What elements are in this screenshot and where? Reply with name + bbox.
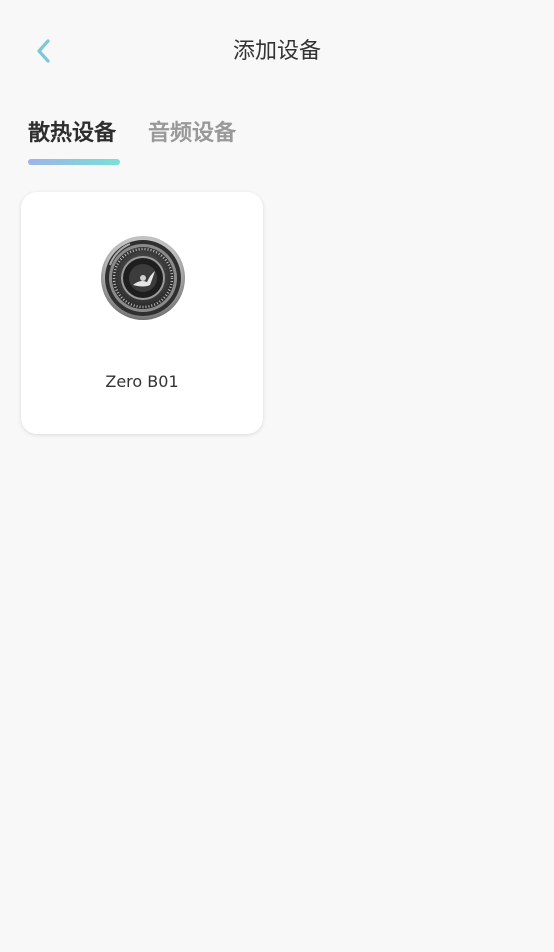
device-card-zero-b01[interactable]: Zero B01 bbox=[21, 192, 263, 434]
tab-audio-devices[interactable]: 音频设备 bbox=[148, 116, 236, 152]
page-title: 添加设备 bbox=[232, 39, 321, 64]
add-device-screen: 添加设备 散热设备 音频设备 Zero B01 bbox=[0, 0, 554, 952]
fan-device-icon bbox=[101, 236, 185, 320]
tab-cooling-devices[interactable]: 散热设备 bbox=[28, 116, 116, 152]
active-tab-indicator bbox=[28, 159, 120, 165]
device-name: Zero B01 bbox=[105, 372, 179, 391]
